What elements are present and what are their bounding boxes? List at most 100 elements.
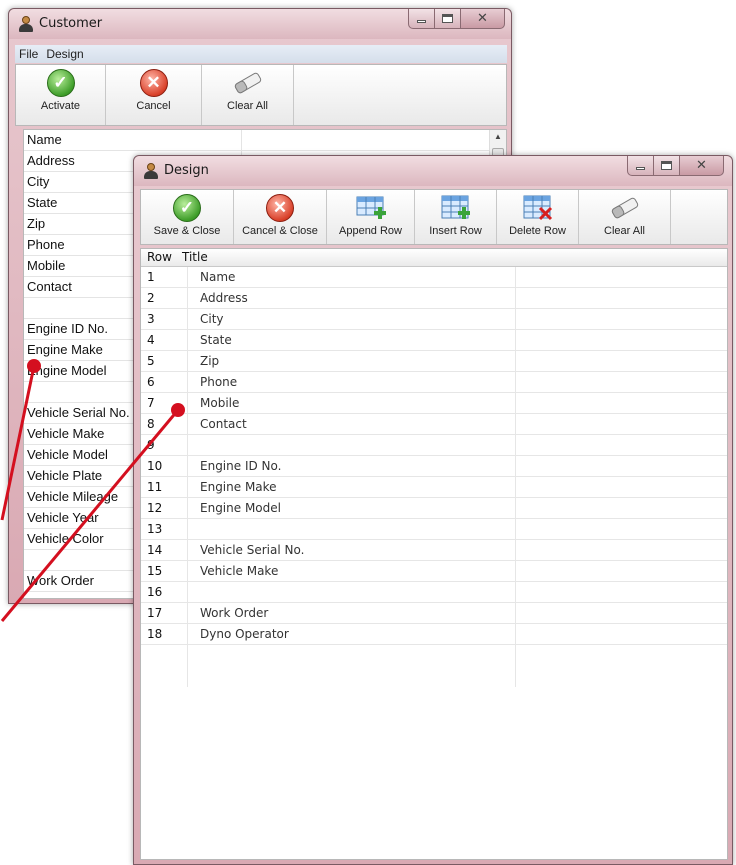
window-title: Design [164, 163, 209, 178]
check-icon: ✓ [173, 194, 201, 222]
title-cell[interactable]: Phone [200, 372, 237, 392]
grid-row[interactable]: 1 Name [141, 267, 727, 288]
grid-row[interactable]: 13 [141, 519, 727, 540]
grid-row[interactable]: 2 Address [141, 288, 727, 309]
row-number-cell: 11 [147, 480, 163, 494]
minimize-button[interactable] [408, 9, 435, 29]
grid-row[interactable]: 10 Engine ID No. [141, 456, 727, 477]
title-cell[interactable]: Dyno Operator [200, 624, 289, 644]
row-number-cell: 15 [147, 564, 163, 578]
clear-all-label: Clear All [227, 100, 268, 112]
grid-row[interactable]: 3 City [141, 309, 727, 330]
customer-toolbar: ✓ Activate ✕ Cancel Clear All [15, 64, 507, 126]
x-icon: ✕ [139, 69, 168, 97]
column-header-title[interactable]: Title [182, 249, 208, 266]
grid-row[interactable]: 5 Zip [141, 351, 727, 372]
menu-file[interactable]: File [19, 47, 38, 61]
delete-row-button[interactable]: Delete Row [497, 190, 579, 244]
activate-button[interactable]: ✓ Activate [16, 65, 106, 125]
minimize-icon [417, 20, 426, 23]
title-cell[interactable]: City [200, 309, 224, 329]
title-cell[interactable]: Engine ID No. [200, 456, 281, 476]
grid-row[interactable]: 6 Phone [141, 372, 727, 393]
scroll-up-icon[interactable]: ▲ [494, 132, 502, 141]
title-cell[interactable]: Engine Model [200, 498, 281, 518]
field-label: Vehicle Serial No. [27, 405, 130, 420]
check-icon: ✓ [46, 69, 75, 97]
cancel-and-close-button[interactable]: ✕ Cancel & Close [234, 190, 327, 244]
append-row-button[interactable]: Append Row [327, 190, 415, 244]
row-number-cell: 2 [147, 291, 155, 305]
close-icon: ✕ [477, 11, 488, 26]
field-label: Engine Make [27, 342, 103, 357]
title-cell[interactable]: Vehicle Make [200, 561, 278, 581]
title-cell[interactable]: Name [200, 267, 235, 287]
row-number-cell: 12 [147, 501, 163, 515]
row-number-cell: 16 [147, 585, 163, 599]
grid-row[interactable]: 11 Engine Make [141, 477, 727, 498]
maximize-icon [661, 161, 672, 170]
title-cell[interactable]: Address [200, 288, 248, 308]
field-label: Engine ID No. [27, 321, 108, 336]
window-title: Customer [39, 16, 103, 31]
field-label: Address [27, 153, 75, 168]
delete-row-label: Delete Row [509, 225, 566, 237]
grid-row[interactable]: 18 Dyno Operator [141, 624, 727, 645]
title-cell[interactable]: Work Order [200, 603, 268, 623]
row-number-cell: 14 [147, 543, 163, 557]
maximize-button[interactable] [435, 9, 461, 29]
grid-row[interactable]: 8 Contact [141, 414, 727, 435]
x-icon: ✕ [266, 194, 294, 222]
grid-row[interactable]: 12 Engine Model [141, 498, 727, 519]
field-label: Name [27, 132, 62, 147]
row-number-cell: 9 [147, 438, 155, 452]
grid-header: Row Title [141, 249, 727, 267]
grid-row[interactable]: 14 Vehicle Serial No. [141, 540, 727, 561]
row-number-cell: 17 [147, 606, 163, 620]
title-cell[interactable]: Engine Make [200, 477, 277, 497]
field-row[interactable]: Name [24, 130, 506, 151]
clear-all-button[interactable]: Clear All [579, 190, 671, 244]
grid-row[interactable]: 17 Work Order [141, 603, 727, 624]
customer-titlebar[interactable]: Customer ✕ [9, 9, 511, 39]
user-icon [144, 163, 158, 179]
grid-row[interactable]: 7 Mobile [141, 393, 727, 414]
cancel-button[interactable]: ✕ Cancel [106, 65, 202, 125]
field-label: Contact [27, 279, 72, 294]
title-cell[interactable]: Vehicle Serial No. [200, 540, 304, 560]
column-header-row[interactable]: Row [147, 249, 172, 266]
grid-row[interactable]: 9 [141, 435, 727, 456]
row-number-cell: 1 [147, 270, 155, 284]
insert-row-button[interactable]: Insert Row [415, 190, 497, 244]
field-label: Zip [27, 216, 46, 231]
close-button[interactable]: ✕ [680, 156, 724, 176]
grid-row[interactable]: 15 Vehicle Make [141, 561, 727, 582]
field-label: Vehicle Model [27, 447, 108, 462]
design-titlebar[interactable]: Design ✕ [134, 156, 732, 186]
maximize-icon [442, 14, 453, 23]
close-icon: ✕ [696, 158, 707, 173]
delete-row-icon [523, 195, 552, 221]
title-cell[interactable]: Mobile [200, 393, 239, 413]
cancel-and-close-label: Cancel & Close [242, 225, 318, 237]
close-button[interactable]: ✕ [461, 9, 505, 29]
row-number-cell: 18 [147, 627, 163, 641]
field-label: Vehicle Color [27, 531, 104, 546]
field-label: Work Order [27, 573, 94, 588]
clear-all-button[interactable]: Clear All [202, 65, 294, 125]
row-number-cell: 5 [147, 354, 155, 368]
save-and-close-button[interactable]: ✓ Save & Close [141, 190, 234, 244]
title-cell[interactable]: State [200, 330, 232, 350]
title-cell[interactable]: Zip [200, 351, 219, 371]
insert-row-icon [441, 195, 470, 219]
menu-design[interactable]: Design [46, 47, 83, 61]
eraser-icon [234, 72, 261, 94]
minimize-button[interactable] [627, 156, 654, 176]
title-cell[interactable]: Contact [200, 414, 247, 434]
maximize-button[interactable] [654, 156, 680, 176]
row-number-cell: 13 [147, 522, 163, 536]
grid-row[interactable]: 4 State [141, 330, 727, 351]
save-and-close-label: Save & Close [153, 225, 221, 237]
grid-row[interactable]: 16 [141, 582, 727, 603]
user-icon [19, 16, 33, 32]
